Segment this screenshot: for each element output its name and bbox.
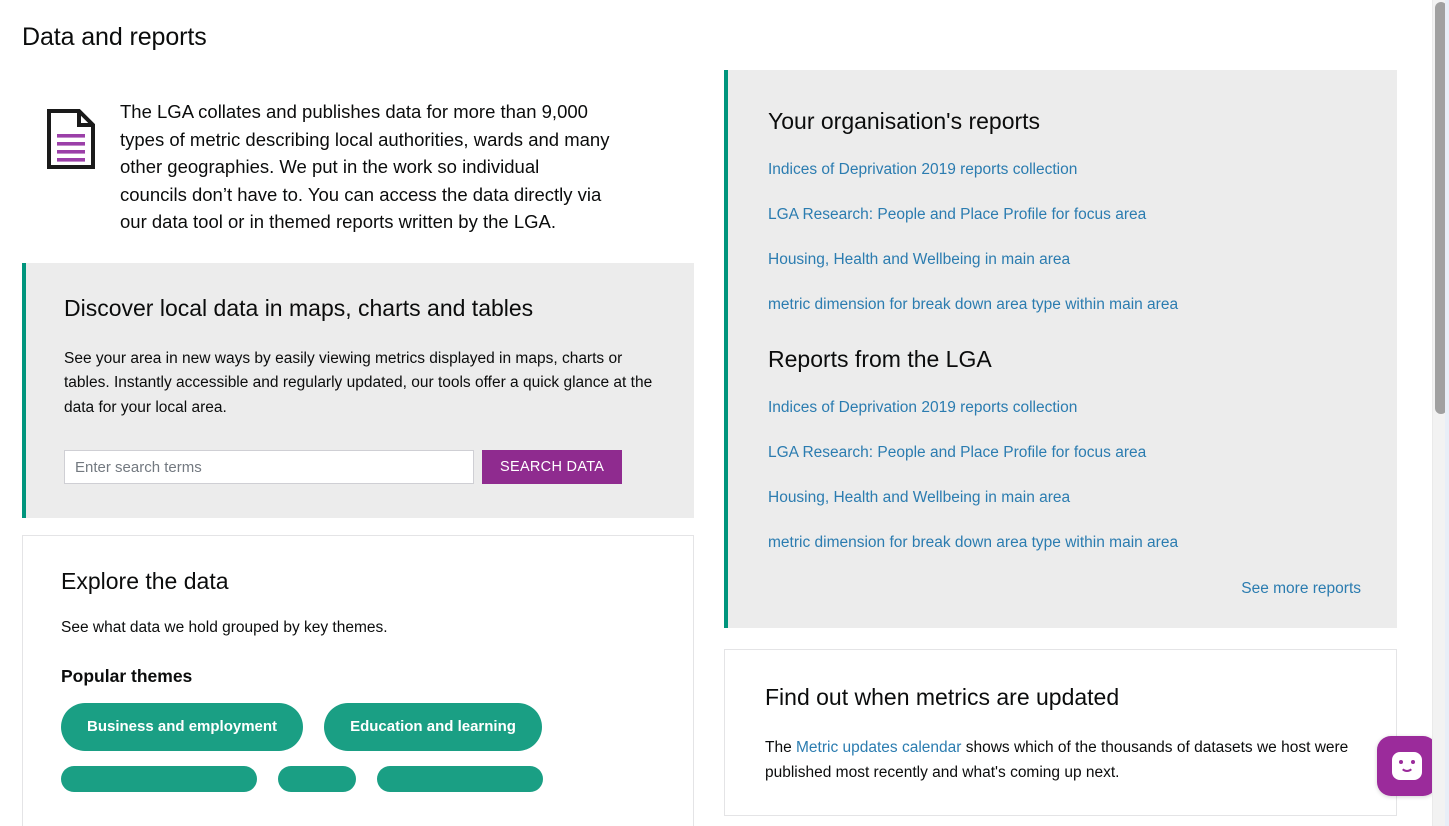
- lga-report-link-4[interactable]: metric dimension for break down area typ…: [768, 532, 1363, 554]
- search-data-button[interactable]: SEARCH DATA: [482, 450, 623, 484]
- metrics-text-before: The: [765, 739, 797, 756]
- org-report-link-2[interactable]: LGA Research: People and Place Profile f…: [768, 204, 1363, 226]
- lga-report-link-3[interactable]: Housing, Health and Wellbeing in main ar…: [768, 487, 1363, 509]
- data-and-reports-page: Data and reports The LGA collates and pu…: [0, 0, 1449, 826]
- reports-from-the-lga-heading: Reports from the LGA: [768, 346, 992, 372]
- org-report-link-1[interactable]: Indices of Deprivation 2019 reports coll…: [768, 159, 1363, 181]
- theme-pill-row-2: [61, 766, 661, 792]
- theme-pill-business-and-employment[interactable]: Business and employment: [61, 703, 304, 751]
- intro-block: The LGA collates and publishes data for …: [22, 70, 694, 236]
- window-edge-strip: [1445, 0, 1449, 826]
- your-organisations-reports-heading: Your organisation's reports: [768, 108, 1041, 134]
- metrics-updated-heading: Find out when metrics are updated: [765, 684, 1120, 710]
- reports-panel: Your organisation's reports Indices of D…: [724, 70, 1397, 628]
- search-row: SEARCH DATA: [64, 450, 662, 484]
- theme-pill-row2-item-2[interactable]: [278, 766, 356, 792]
- theme-pill-row-1: Business and employment Education and le…: [61, 703, 661, 751]
- popular-themes-heading: Popular themes: [61, 666, 193, 686]
- find-out-when-metrics-are-updated-card: Find out when metrics are updated The Me…: [724, 649, 1397, 816]
- discover-local-data-panel: Discover local data in maps, charts and …: [22, 262, 694, 518]
- discover-body: See your area in new ways by easily view…: [64, 349, 653, 416]
- metrics-updated-body: The Metric updates calendar shows which …: [765, 735, 1362, 785]
- theme-pill-row2-item-3[interactable]: [377, 766, 543, 792]
- chat-face-glyph: [1392, 752, 1422, 780]
- chat-mouth: [1400, 765, 1414, 772]
- explore-the-data-card: Explore the data See what data we hold g…: [22, 535, 694, 826]
- discover-heading: Discover local data in maps, charts and …: [64, 294, 534, 321]
- document-lines-icon: [22, 98, 120, 170]
- explore-body: See what data we hold grouped by key the…: [61, 619, 388, 636]
- org-report-link-4[interactable]: metric dimension for break down area typ…: [768, 294, 1363, 316]
- metric-updates-calendar-link[interactable]: Metric updates calendar: [796, 739, 961, 756]
- intro-text: The LGA collates and publishes data for …: [120, 101, 610, 232]
- left-column: The LGA collates and publishes data for …: [22, 70, 694, 826]
- chat-eye-left: [1399, 760, 1403, 764]
- explore-heading: Explore the data: [61, 568, 229, 594]
- chat-smiley-icon[interactable]: [1377, 736, 1437, 796]
- chat-eye-right: [1411, 760, 1415, 764]
- see-more-reports-row: See more reports: [768, 580, 1363, 598]
- see-more-reports-link[interactable]: See more reports: [1241, 580, 1361, 597]
- search-input[interactable]: [64, 450, 474, 484]
- theme-pill-education-and-learning[interactable]: Education and learning: [324, 703, 542, 751]
- right-column: Your organisation's reports Indices of D…: [724, 70, 1397, 816]
- org-report-link-3[interactable]: Housing, Health and Wellbeing in main ar…: [768, 249, 1363, 271]
- page-title: Data and reports: [22, 23, 207, 51]
- lga-report-link-2[interactable]: LGA Research: People and Place Profile f…: [768, 442, 1363, 464]
- theme-pill-row2-item-1[interactable]: [61, 766, 257, 792]
- lga-report-link-1[interactable]: Indices of Deprivation 2019 reports coll…: [768, 397, 1363, 419]
